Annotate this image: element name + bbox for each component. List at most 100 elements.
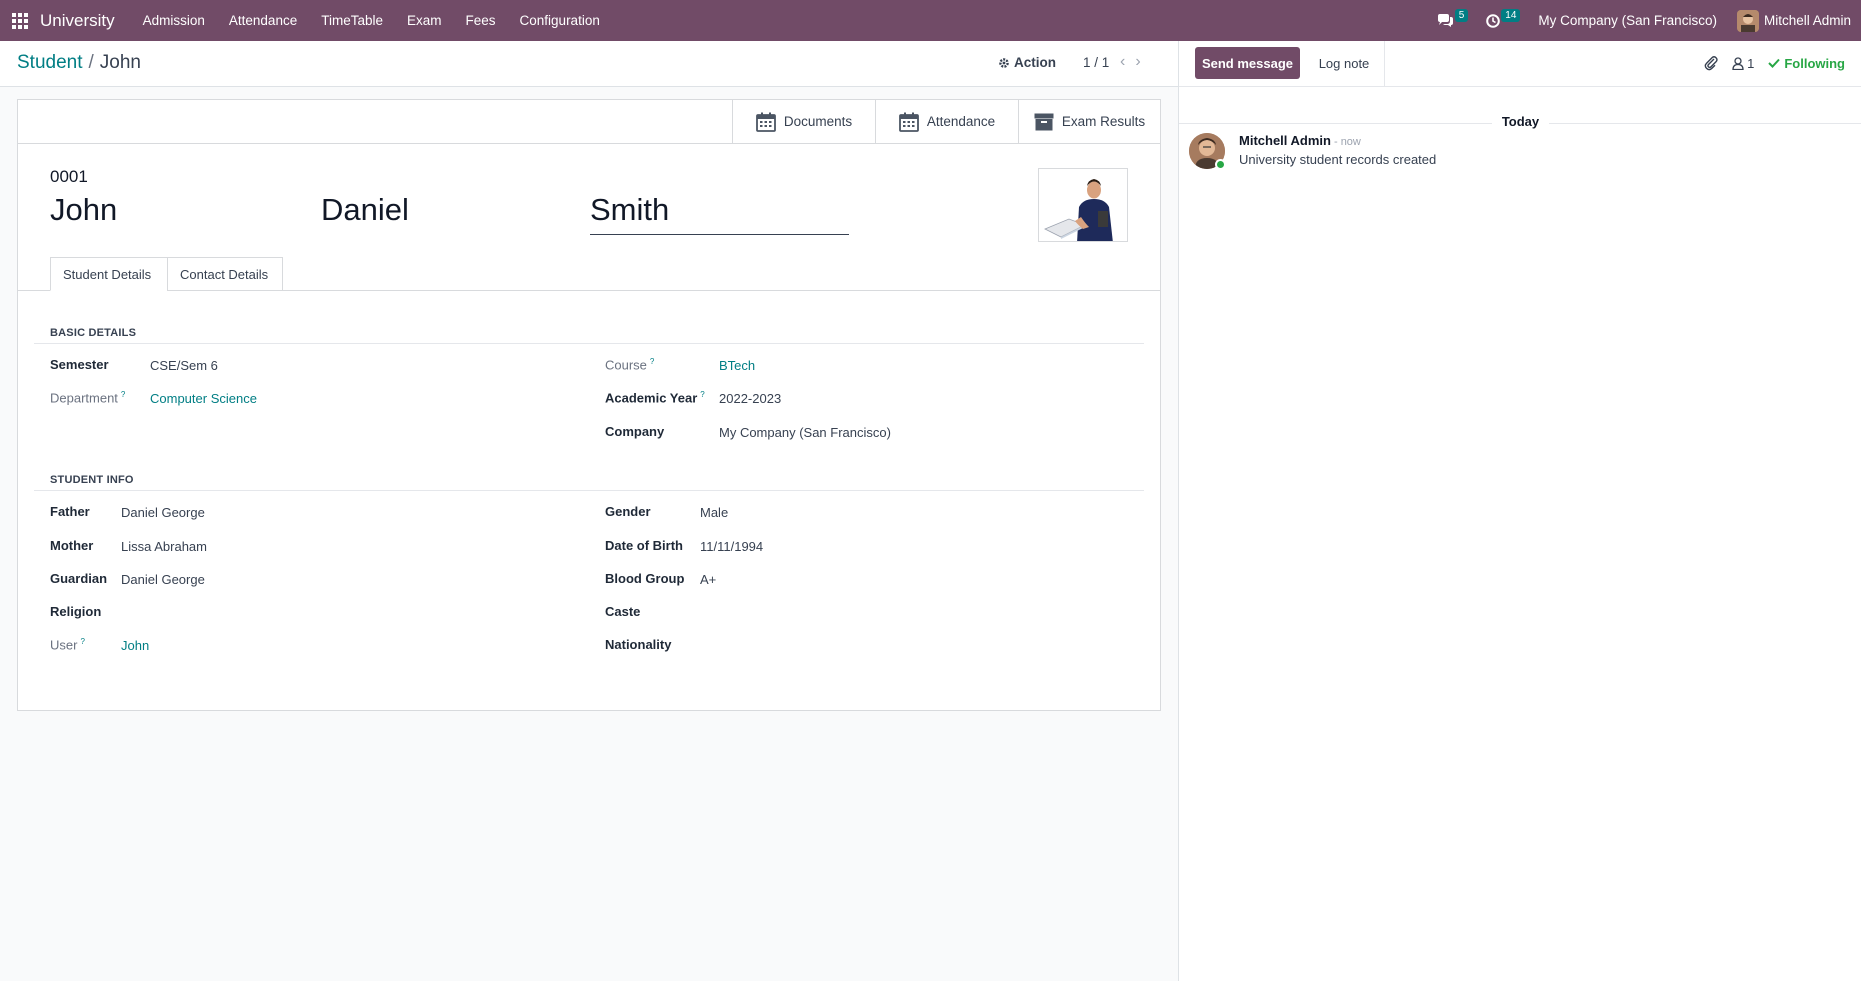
section-divider [34,343,1144,344]
user-name: Mitchell Admin [1763,13,1851,28]
father-label: Father [50,504,90,519]
calendar-icon [755,112,776,132]
menu-attendance[interactable]: Attendance [217,0,309,41]
help-tooltip-icon[interactable]: ? [121,390,125,399]
followers-button[interactable]: 1 [1732,56,1754,71]
student-reference: 0001 [50,167,88,186]
semester-value[interactable]: CSE/Sem 6 [150,358,218,373]
attendance-button[interactable]: Attendance [875,100,1018,143]
mother-label: Mother [50,538,94,553]
paperclip-icon[interactable] [1704,55,1718,71]
menu-admission[interactable]: Admission [131,0,217,41]
tab-student-details[interactable]: Student Details [50,257,168,291]
message-content: Mitchell Admin - now University student r… [1239,133,1436,169]
help-tooltip-icon[interactable]: ? [700,390,704,399]
message-body: University student records created [1239,152,1437,167]
company-label: Company [605,424,665,439]
breadcrumb-current: John [99,52,141,73]
last-name-underline [590,234,849,235]
company-value[interactable]: My Company (San Francisco) [719,425,891,440]
academic-year-value[interactable]: 2022-2023 [719,391,781,406]
chevron-right-icon[interactable]: › [1135,53,1140,71]
chatter-panel: Send message Log note 1 Following Today … [1178,41,1861,981]
clock-icon [1486,13,1501,28]
check-icon [1768,58,1781,68]
message-author[interactable]: Mitchell Admin [1239,133,1331,148]
company-switcher[interactable]: My Company (San Francisco) [1538,13,1717,28]
documents-label: Documents [783,114,853,129]
control-panel: Student / John Action 1 / 1 ‹ › [0,41,1178,87]
menu-timetable[interactable]: TimeTable [309,0,395,41]
form-view: Documents Attendance Exam Results 0001 J… [0,87,1178,981]
chatter-tools: 1 Following [1704,55,1845,71]
course-value[interactable]: BTech [719,358,755,373]
blood-group-value[interactable]: A+ [700,572,716,587]
course-label: Course? [605,357,655,373]
user-label: User? [50,637,85,653]
mother-value[interactable]: Lissa Abraham [121,539,207,554]
exam-results-label: Exam Results [1061,114,1146,129]
activities-button[interactable]: 14 [1486,0,1521,41]
log-note-divider [1384,41,1385,87]
app-brand[interactable]: University [40,11,115,31]
breadcrumb-student-link[interactable]: Student [17,52,83,73]
date-separator-label: Today [1491,114,1550,129]
chevron-left-icon[interactable]: ‹ [1120,53,1125,71]
action-label: Action [1014,55,1056,70]
message-time: - now [1333,136,1361,148]
help-tooltip-icon[interactable]: ? [650,357,654,366]
attendance-label: Attendance [926,114,996,129]
menu-fees[interactable]: Fees [454,0,508,41]
section-student-info: STUDENT INFO [50,474,134,486]
action-menu-button[interactable]: Action [998,55,1056,70]
following-label: Following [1784,55,1845,71]
online-status-dot [1215,159,1226,170]
smart-button-box: Documents Attendance Exam Results [18,100,1160,144]
menu-configuration[interactable]: Configuration [508,0,612,41]
calendar-icon [898,112,919,132]
chatter-message: Mitchell Admin - now University student r… [1189,133,1436,170]
pager-arrows: ‹ › [1120,53,1141,71]
user-icon [1732,56,1744,70]
activities-count-badge: 14 [1501,9,1521,22]
gender-label: Gender [605,504,651,519]
caste-label: Caste [605,604,641,619]
department-label: Department? [50,390,126,406]
documents-button[interactable]: Documents [732,100,875,143]
top-navbar: University Admission Attendance TimeTabl… [0,0,1861,41]
middle-name-field[interactable]: Daniel [321,192,409,228]
father-value[interactable]: Daniel George [121,505,205,520]
exam-results-button[interactable]: Exam Results [1018,100,1160,143]
department-value[interactable]: Computer Science [150,391,257,406]
messages-button[interactable]: 5 [1437,0,1469,41]
navbar-systray: 5 14 My Company (San Francisco) Mitchell… [1437,0,1861,41]
dob-value[interactable]: 11/11/1994 [700,539,763,554]
user-value[interactable]: John [121,638,149,653]
main-menu: Admission Attendance TimeTable Exam Fees… [131,0,612,41]
breadcrumb-separator: / [88,52,94,73]
chat-bubbles-icon [1437,13,1453,27]
student-photo[interactable] [1038,168,1128,242]
nationality-label: Nationality [605,637,672,652]
gear-icon [999,57,1009,68]
breadcrumb: Student / John [17,52,141,74]
archive-icon [1034,113,1054,130]
gender-value[interactable]: Male [700,505,728,520]
send-message-button[interactable]: Send message [1195,47,1300,79]
pager-value[interactable]: 1 / 1 [1083,55,1109,70]
log-note-button[interactable]: Log note [1305,47,1383,79]
apps-grid-icon [12,12,28,29]
guardian-value[interactable]: Daniel George [121,572,205,587]
apps-menu-button[interactable] [0,0,40,41]
tab-contact-details[interactable]: Contact Details [167,257,283,291]
following-button[interactable]: Following [1768,56,1845,71]
first-name-field[interactable]: John [50,192,117,228]
blood-group-label: Blood Group [605,571,685,586]
date-separator: Today [1179,114,1861,129]
section-basic-details: BASIC DETAILS [50,327,137,339]
section-divider [34,490,1144,491]
help-tooltip-icon[interactable]: ? [80,637,84,646]
user-menu[interactable]: Mitchell Admin [1736,9,1851,32]
menu-exam[interactable]: Exam [395,0,454,41]
last-name-field[interactable]: Smith [590,192,669,228]
